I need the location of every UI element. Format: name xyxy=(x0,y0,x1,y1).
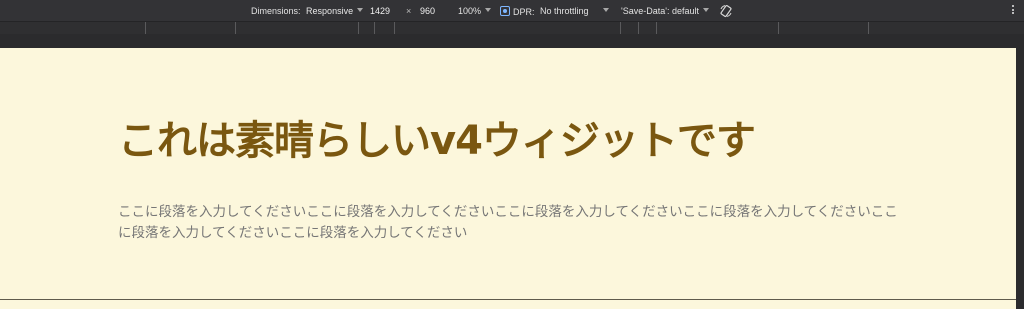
zoom-dropdown[interactable]: 100% xyxy=(458,6,492,17)
device-toolbar: Dimensions: Responsive 1429 × 960 100% D… xyxy=(0,0,1024,22)
viewport-scrollbar[interactable] xyxy=(1016,48,1024,309)
ruler-segment[interactable] xyxy=(778,22,779,34)
more-options-icon[interactable] xyxy=(1012,5,1015,16)
rotate-button[interactable] xyxy=(719,4,733,21)
media-query-ruler xyxy=(0,22,1024,34)
dpr-label: DPR: xyxy=(513,7,535,17)
height-input[interactable]: 960 xyxy=(416,4,439,18)
page-viewport: これは素晴らしいv4ウィジットです ここに段落を入力してくださいここに段落を入力… xyxy=(0,48,1016,309)
width-input[interactable]: 1429 xyxy=(366,4,394,18)
chevron-down-icon xyxy=(602,8,609,12)
page-paragraph: ここに段落を入力してくださいここに段落を入力してくださいここに段落を入力してくだ… xyxy=(118,204,898,241)
ruler-segment[interactable] xyxy=(638,22,639,34)
ruler-segment[interactable] xyxy=(145,22,146,34)
ruler-segment[interactable] xyxy=(235,22,236,34)
ruler-segment[interactable] xyxy=(394,22,395,34)
chevron-down-icon xyxy=(485,8,492,12)
ruler-segment[interactable] xyxy=(656,22,657,34)
dimensions-label: Dimensions: xyxy=(251,6,301,16)
dpr-icon xyxy=(500,6,510,16)
times-symbol: × xyxy=(406,6,412,16)
ruler-segment[interactable] xyxy=(868,22,869,34)
ruler-segment[interactable] xyxy=(358,22,359,34)
throttling-value: No throttling xyxy=(540,6,589,16)
section-divider xyxy=(0,299,1016,300)
dimensions-value: Responsive xyxy=(306,6,354,16)
ruler-segment[interactable] xyxy=(620,22,621,34)
page-title: これは素晴らしいv4ウィジットです xyxy=(118,118,756,164)
rotate-icon xyxy=(720,4,732,18)
dpr-control[interactable]: DPR: xyxy=(500,6,535,18)
zoom-value: 100% xyxy=(458,6,482,16)
save-data-dropdown[interactable]: 'Save-Data': default xyxy=(621,6,709,17)
viewport-margin xyxy=(0,34,1024,48)
dimensions-dropdown[interactable]: Dimensions: Responsive xyxy=(251,6,364,17)
ruler-segment[interactable] xyxy=(374,22,375,34)
chevron-down-icon xyxy=(702,8,709,12)
chevron-down-icon xyxy=(357,8,364,12)
save-data-value: 'Save-Data': default xyxy=(621,6,699,16)
throttling-dropdown[interactable]: No throttling xyxy=(540,6,609,17)
